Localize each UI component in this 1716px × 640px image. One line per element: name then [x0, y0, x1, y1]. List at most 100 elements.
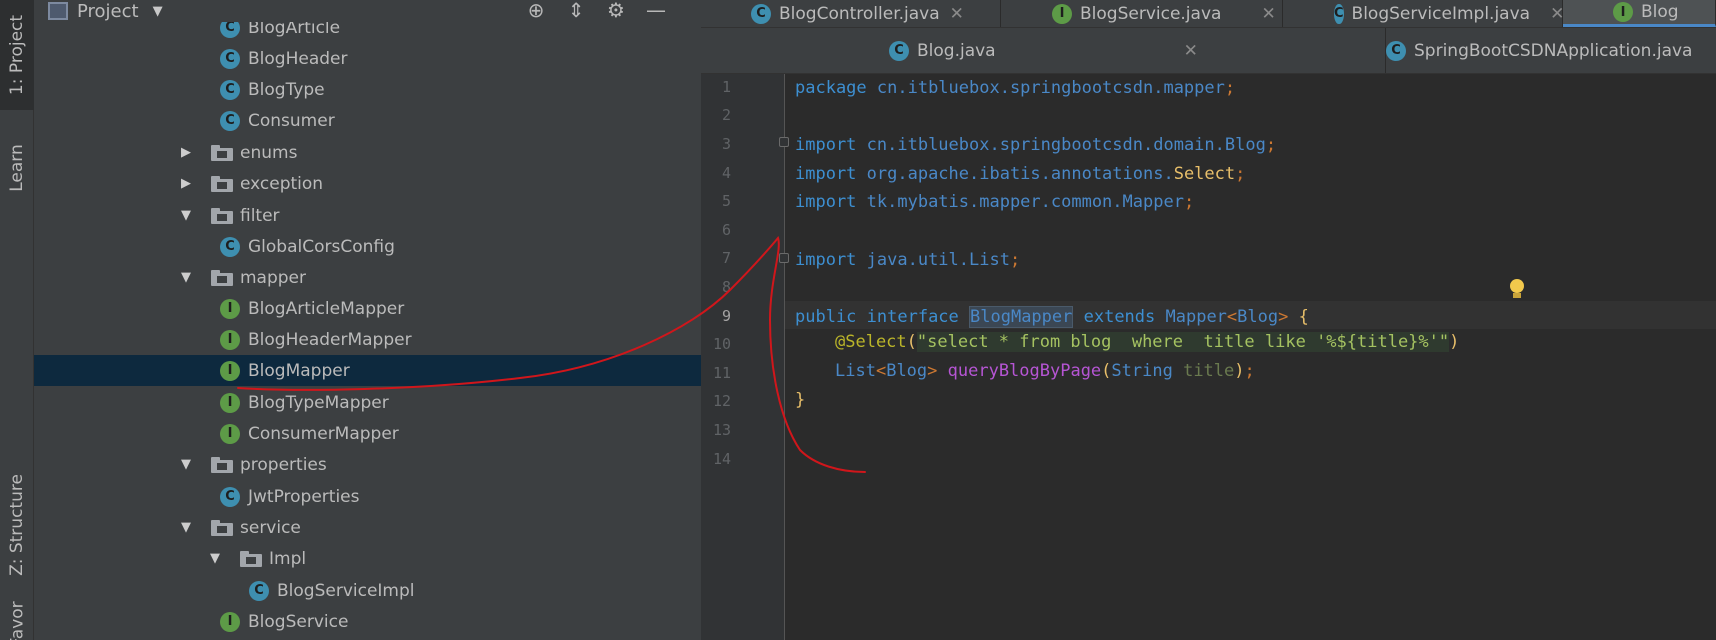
interface-icon: I: [1613, 2, 1633, 22]
expand-arrow-icon[interactable]: ▶: [179, 145, 193, 160]
hide-panel-icon[interactable]: —: [644, 0, 668, 22]
tab-blogserviceimpl[interactable]: C BlogServiceImpl.java ✕: [1283, 0, 1564, 27]
tab-blogmapper-active[interactable]: I Blog: [1563, 0, 1716, 27]
project-tool-tab[interactable]: 1: Project: [0, 0, 34, 110]
tree-row-blogserviceimpl[interactable]: C BlogServiceImpl: [34, 575, 701, 606]
tree-row-properties[interactable]: ▼ properties: [34, 449, 701, 480]
line-number: 12: [712, 392, 731, 410]
interface-icon: I: [220, 423, 240, 444]
tree-row-blogarticlemapper[interactable]: I BlogArticleMapper: [34, 293, 701, 324]
line-number: 8: [721, 278, 731, 296]
tree-row-enums[interactable]: ▶ enums: [34, 137, 701, 168]
structure-tool-tab[interactable]: Z: Structure: [0, 455, 34, 595]
learn-tool-tab[interactable]: Learn: [0, 118, 34, 218]
locate-file-icon[interactable]: ⊕: [524, 0, 548, 22]
project-panel-header: Project ▼ ⊕ ⇕ ⚙ —: [34, 0, 701, 22]
tree-label: BlogService: [248, 611, 349, 632]
class-icon: C: [220, 48, 240, 69]
class-icon: C: [220, 486, 240, 507]
code-line-11: @Select("select * from blog where title …: [835, 332, 1460, 352]
gear-icon[interactable]: ⚙: [604, 0, 628, 22]
tree-row-blogheader[interactable]: C BlogHeader: [34, 43, 701, 74]
line-number: 3: [721, 135, 731, 153]
tab-label: Blog.java: [917, 40, 996, 61]
class-icon: C: [1334, 3, 1344, 24]
tab-blogservice[interactable]: I BlogService.java ✕: [1001, 0, 1283, 27]
tab-label: BlogServiceImpl.java: [1351, 3, 1531, 24]
tree-row-blogtype[interactable]: C BlogType: [34, 74, 701, 105]
class-icon: C: [220, 236, 240, 257]
tree-row-exception[interactable]: ▶ exception: [34, 168, 701, 199]
close-icon[interactable]: ✕: [1184, 41, 1198, 61]
tree-label: BlogHeader: [248, 48, 348, 69]
tab-label: BlogController.java: [779, 3, 940, 24]
favorites-tool-tab[interactable]: 2: Favorites: [0, 600, 34, 640]
tree-row-blogmapper-selected[interactable]: I BlogMapper: [34, 355, 701, 386]
collapse-arrow-icon[interactable]: ▼: [179, 520, 193, 535]
folder-icon: [211, 175, 233, 192]
tab-label: Blog: [1641, 2, 1679, 22]
close-icon[interactable]: ✕: [1261, 4, 1275, 24]
class-icon: C: [220, 110, 240, 131]
line-number: 14: [712, 450, 731, 468]
tree-row-filter[interactable]: ▼ filter: [34, 200, 701, 231]
tab-springbootcsdnapplication[interactable]: C SpringBootCSDNApplication.java: [1386, 28, 1716, 73]
code-line-12: List < Blog > queryBlogByPage(String title)…: [835, 361, 1255, 381]
tree-label: filter: [240, 205, 280, 226]
tree-row-mapper[interactable]: ▼ mapper: [34, 262, 701, 293]
code-line-4: import org.apache.ibatis.annotations. Sel…: [795, 164, 1246, 184]
tab-blogcontroller[interactable]: C BlogController.java ✕: [751, 0, 1001, 27]
folder-icon: [211, 144, 233, 161]
tree-row-impl[interactable]: ▼ Impl: [34, 543, 701, 574]
line-number: 1: [721, 78, 731, 96]
interface-icon: I: [1052, 3, 1072, 24]
tree-row-consumermapper[interactable]: I ConsumerMapper: [34, 418, 701, 449]
editor-tabs-row-1: C BlogController.java ✕ I BlogService.ja…: [701, 0, 1716, 28]
spring-class-icon: C: [1386, 40, 1406, 61]
code-area[interactable]: package cn.itbluebox.springbootcsdn.mapp…: [785, 74, 1716, 640]
tree-label: BlogArticleMapper: [248, 298, 405, 319]
structure-tool-label: Z: Structure: [7, 474, 28, 576]
tree-label: properties: [240, 454, 327, 475]
close-icon[interactable]: ✕: [950, 4, 964, 24]
editor-area: C BlogController.java ✕ I BlogService.ja…: [701, 0, 1716, 640]
expand-arrow-icon[interactable]: ▶: [179, 176, 193, 191]
tree-row-jwtproperties[interactable]: C JwtProperties: [34, 481, 701, 512]
tree-label: GlobalCorsConfig: [248, 236, 395, 257]
tree-row-blogservice[interactable]: I BlogService: [34, 606, 701, 637]
line-number: 2: [721, 106, 731, 124]
panel-title: Project: [77, 0, 139, 22]
tree-row-consumer[interactable]: C Consumer: [34, 105, 701, 136]
tab-label: SpringBootCSDNApplication.java: [1414, 40, 1693, 61]
collapse-arrow-icon[interactable]: ▼: [208, 551, 222, 566]
collapse-all-icon[interactable]: ⇕: [564, 0, 588, 22]
tree-row-service[interactable]: ▼ service: [34, 512, 701, 543]
tree-label: mapper: [240, 267, 307, 288]
tree-row-blogtypemapper[interactable]: I BlogTypeMapper: [34, 387, 701, 418]
tab-blog-java[interactable]: C Blog.java ✕: [889, 28, 1386, 73]
code-line-5: import tk.mybatis.mapper.common. Mapper;: [795, 192, 1195, 212]
code-line-3: import cn.itbluebox.springbootcsdn.domai…: [795, 135, 1277, 155]
collapse-arrow-icon[interactable]: ▼: [179, 208, 193, 223]
tree-label: Consumer: [248, 110, 335, 131]
tree-row-globalcorsconfig[interactable]: C GlobalCorsConfig: [34, 231, 701, 262]
tree-label: JwtProperties: [248, 486, 360, 507]
collapse-arrow-icon[interactable]: ▼: [179, 457, 193, 472]
chevron-down-icon[interactable]: ▼: [153, 4, 163, 19]
folder-icon: [211, 456, 233, 473]
line-number: 6: [721, 221, 731, 239]
lightbulb-icon[interactable]: [1507, 279, 1527, 305]
tree-label: BlogHeaderMapper: [248, 329, 412, 350]
tree-label: BlogServiceImpl: [277, 580, 415, 601]
interface-icon: I: [220, 611, 240, 632]
folder-icon: [211, 519, 233, 536]
code-line-7: import java.util. List;: [795, 250, 1021, 270]
tree-row-blogheadermapper[interactable]: I BlogHeaderMapper: [34, 324, 701, 355]
tab-label: BlogService.java: [1080, 3, 1222, 24]
line-number: 11: [712, 364, 731, 382]
collapse-arrow-icon[interactable]: ▼: [179, 270, 193, 285]
class-icon: C: [220, 79, 240, 100]
project-view-selector[interactable]: Project ▼: [48, 1, 163, 22]
line-number: 5: [721, 192, 731, 210]
line-number: 4: [721, 164, 731, 182]
